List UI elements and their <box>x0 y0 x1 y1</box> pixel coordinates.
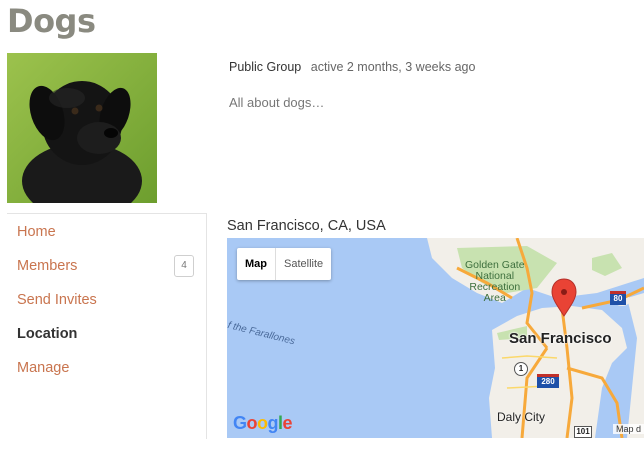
group-description: All about dogs… <box>229 95 325 110</box>
group-meta: Public Group active 2 months, 3 weeks ag… <box>229 60 475 74</box>
i280-shield-icon: 280 <box>537 374 559 388</box>
nav-item-manage[interactable]: Manage <box>17 360 69 376</box>
map-type-satellite-button[interactable]: Satellite <box>275 248 331 280</box>
nav-item-members[interactable]: Members <box>17 258 77 274</box>
google-logo: Google <box>233 413 293 433</box>
members-count-badge: 4 <box>174 255 194 277</box>
nav-item-home[interactable]: Home <box>17 224 56 240</box>
map-label-daly-city: Daly City <box>497 410 546 424</box>
nav-item-send-invites[interactable]: Send Invites <box>17 292 97 308</box>
group-activity: active 2 months, 3 weeks ago <box>310 60 476 74</box>
group-avatar <box>7 53 157 203</box>
group-type: Public Group <box>229 60 302 74</box>
i80-shield-icon: 80 <box>610 291 626 305</box>
map-label-ggnra: Golden Gate National Recreation Area <box>465 259 525 304</box>
map-attribution[interactable]: Map d <box>612 424 644 434</box>
map-label-san-francisco: San Francisco <box>509 330 612 347</box>
group-title: Dogs <box>7 2 96 40</box>
us101-shield-icon: 101 <box>574 426 592 438</box>
route1-shield-icon: 1 <box>514 362 528 376</box>
location-map[interactable]: Golden Gate National Recreation Area f t… <box>227 238 644 438</box>
location-label: San Francisco, CA, USA <box>227 218 386 234</box>
map-type-toggle: Map Satellite <box>237 248 332 280</box>
dog-photo <box>7 53 157 203</box>
map-type-map-button[interactable]: Map <box>237 248 275 280</box>
nav-item-location[interactable]: Location <box>17 326 77 342</box>
